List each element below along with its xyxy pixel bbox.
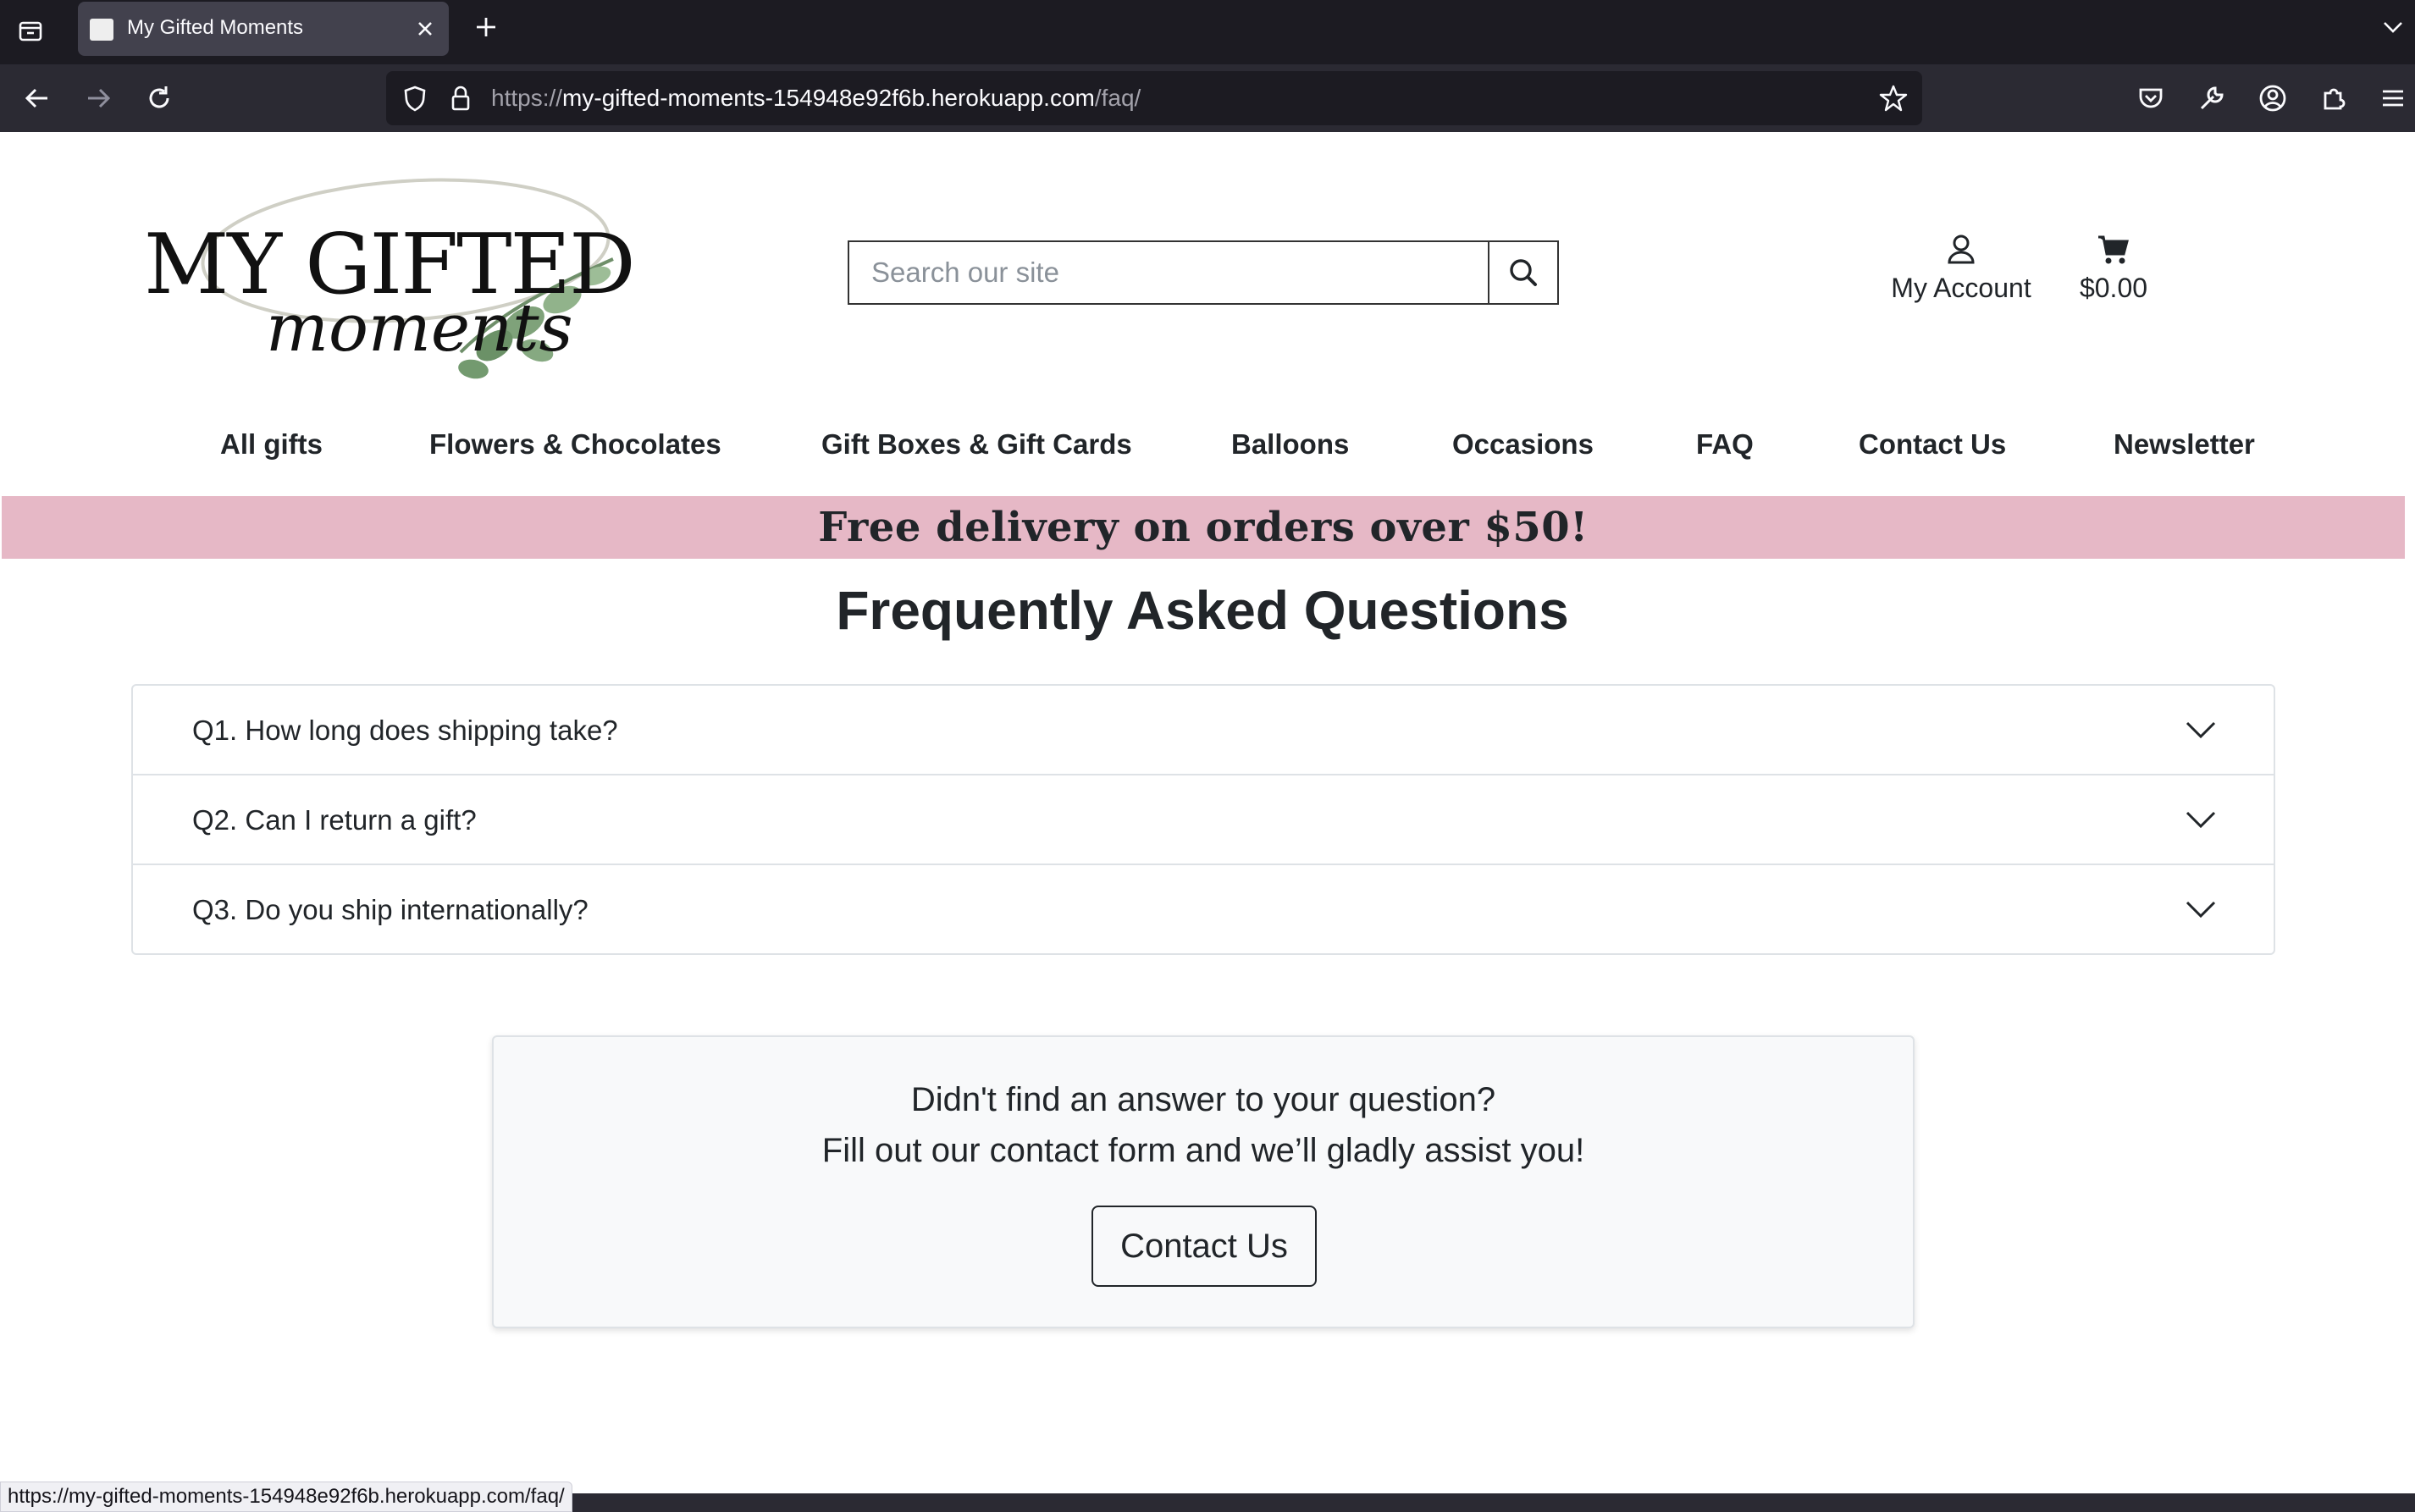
site-favicon-icon xyxy=(90,19,113,41)
nav-item-newsletter[interactable]: Newsletter xyxy=(2114,428,2255,461)
faq-question: Q1. How long does shipping take? xyxy=(192,715,618,746)
cart-link[interactable]: $0.00 xyxy=(2063,232,2164,304)
chevron-down-icon xyxy=(2186,811,2216,829)
extensions-puzzle-icon[interactable] xyxy=(2317,81,2351,115)
forward-arrow-icon[interactable] xyxy=(81,81,115,115)
nav-item-flowers-chocolates[interactable]: Flowers & Chocolates xyxy=(429,428,721,461)
nav-item-balloons[interactable]: Balloons xyxy=(1231,428,1349,461)
faq-item-returns[interactable]: Q2. Can I return a gift? xyxy=(133,775,2274,865)
nav-item-contact-us[interactable]: Contact Us xyxy=(1859,428,2006,461)
search-icon xyxy=(1510,259,1537,286)
faq-item-shipping[interactable]: Q1. How long does shipping take? xyxy=(133,686,2274,775)
page-title: Frequently Asked Questions xyxy=(836,580,1569,641)
user-icon xyxy=(1948,235,1975,264)
web-page: MY GIFTED moments My Account $0.00 All g… xyxy=(0,132,2415,1493)
faq-accordion: Q1. How long does shipping take? Q2. Can… xyxy=(131,684,2275,955)
browser-tab-active[interactable]: My Gifted Moments xyxy=(78,2,449,56)
chevron-down-icon xyxy=(2186,721,2216,739)
close-tab-icon[interactable] xyxy=(410,14,440,44)
new-tab-icon[interactable] xyxy=(471,12,501,42)
nav-item-gift-boxes-gift-cards[interactable]: Gift Boxes & Gift Cards xyxy=(821,428,1132,461)
lock-icon[interactable] xyxy=(445,83,476,113)
search-input[interactable] xyxy=(849,242,1488,303)
contact-us-button[interactable]: Contact Us xyxy=(1091,1206,1317,1287)
bookmark-star-icon[interactable] xyxy=(1878,83,1909,113)
link-status-bar: https://my-gifted-moments-154948e92f6b.h… xyxy=(0,1482,572,1512)
shopping-cart-icon xyxy=(2098,235,2129,264)
account-circle-icon[interactable] xyxy=(2256,81,2290,115)
address-bar[interactable]: https://my-gifted-moments-154948e92f6b.h… xyxy=(386,71,1922,125)
logo-text-line2: moments xyxy=(266,290,573,367)
my-account-label: My Account xyxy=(1891,273,2031,303)
menu-hamburger-icon[interactable] xyxy=(2376,81,2410,115)
list-all-tabs-chevron-icon[interactable] xyxy=(2378,12,2408,42)
back-arrow-icon[interactable] xyxy=(20,81,54,115)
faq-question: Q3. Do you ship internationally? xyxy=(192,894,589,925)
my-account-link[interactable]: My Account xyxy=(1851,232,2071,304)
browser-tab-bar: My Gifted Moments xyxy=(0,0,2415,64)
contact-prompt-card: Didn't find an answer to your question? … xyxy=(492,1035,1915,1328)
banner-text: Free delivery on orders over $50! xyxy=(818,504,1589,551)
url-text[interactable]: https://my-gifted-moments-154948e92f6b.h… xyxy=(491,85,1141,112)
nav-item-faq[interactable]: FAQ xyxy=(1696,428,1754,461)
chevron-down-icon xyxy=(2186,901,2216,919)
url-scheme: https:// xyxy=(491,85,563,111)
tab-list-icon[interactable] xyxy=(15,15,46,46)
free-delivery-banner: Free delivery on orders over $50! xyxy=(2,496,2405,559)
browser-toolbar: https://my-gifted-moments-154948e92f6b.h… xyxy=(0,64,2415,132)
faq-item-international[interactable]: Q3. Do you ship internationally? xyxy=(133,865,2274,953)
contact-prompt-line1: Didn't find an answer to your question? xyxy=(910,1081,1496,1118)
url-path: /faq/ xyxy=(1094,85,1141,111)
contact-prompt-line2: Fill out our contact form and we’ll glad… xyxy=(821,1132,1585,1169)
tab-title: My Gifted Moments xyxy=(127,16,304,39)
wrench-icon[interactable] xyxy=(2195,81,2229,115)
nav-item-occasions[interactable]: Occasions xyxy=(1452,428,1594,461)
pocket-icon[interactable] xyxy=(2134,81,2168,115)
site-search-form xyxy=(848,240,1559,305)
nav-item-all-gifts[interactable]: All gifts xyxy=(220,428,323,461)
reload-icon[interactable] xyxy=(142,81,176,115)
search-button[interactable] xyxy=(1488,242,1557,303)
site-logo[interactable]: MY GIFTED moments xyxy=(139,157,681,386)
tracking-protection-shield-icon[interactable] xyxy=(400,83,430,113)
url-host: my-gifted-moments-154948e92f6b.herokuapp… xyxy=(562,85,1095,111)
main-navigation: All gifts Flowers & Chocolates Gift Boxe… xyxy=(0,428,2415,479)
cart-total: $0.00 xyxy=(2079,273,2148,303)
faq-question: Q2. Can I return a gift? xyxy=(192,804,477,836)
